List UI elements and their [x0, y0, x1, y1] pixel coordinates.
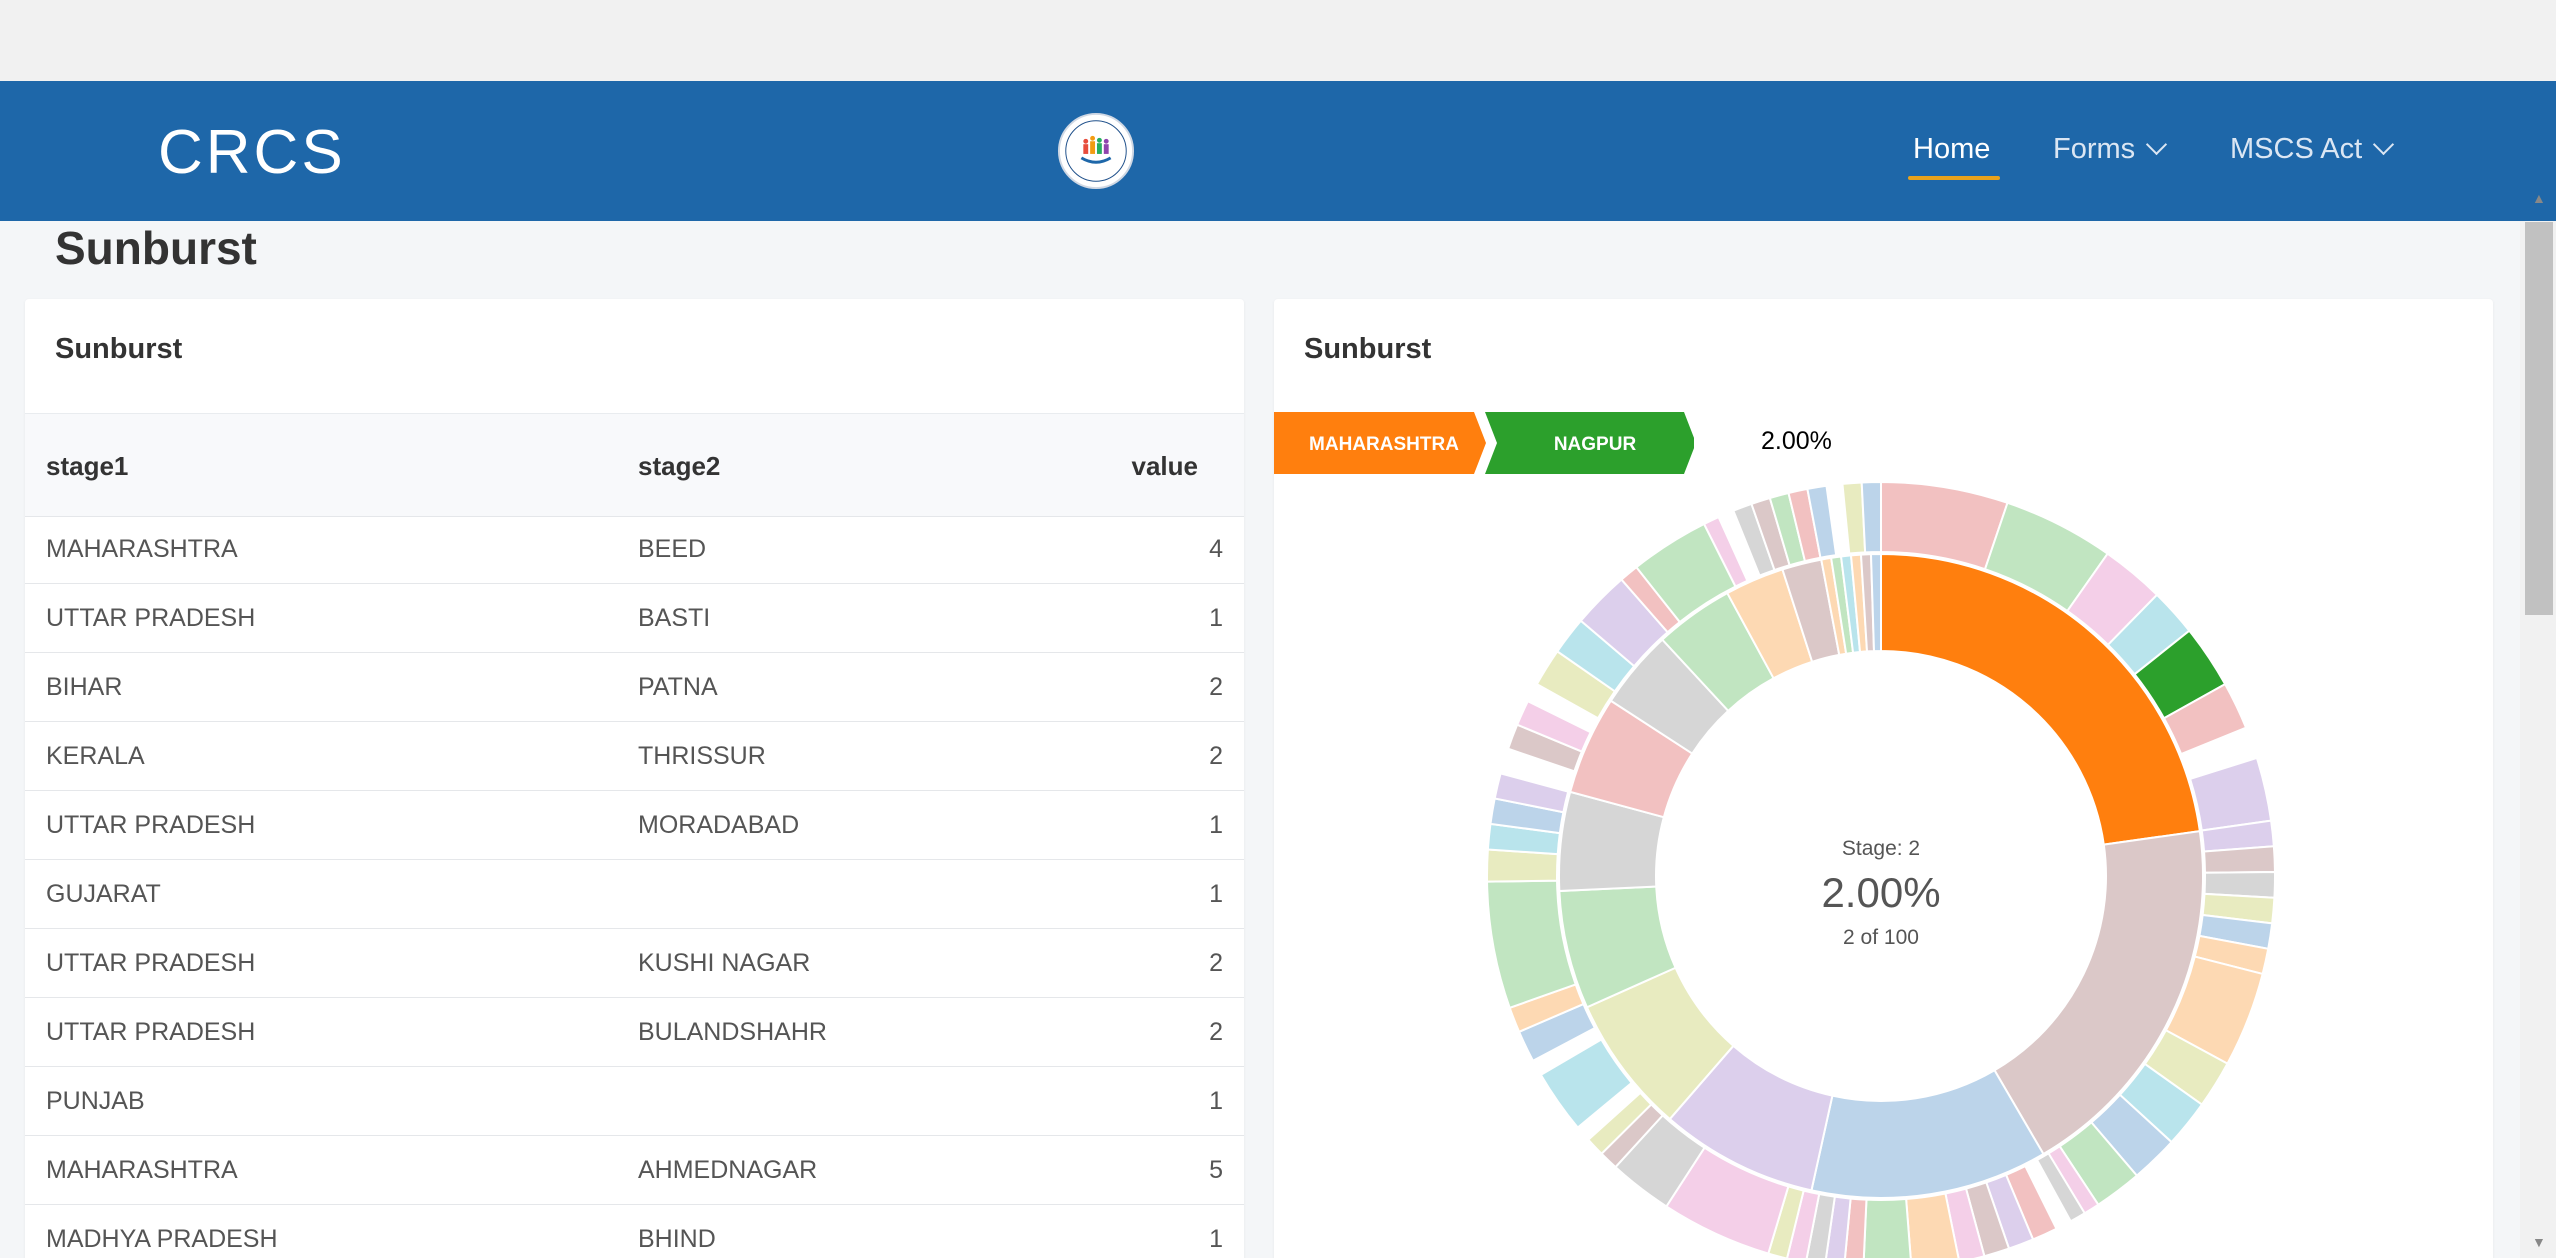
breadcrumb-item-stage1[interactable]: MAHARASHTRA: [1274, 412, 1486, 474]
cell-stage2: BULANDSHAHR: [638, 1018, 827, 1046]
table-row[interactable]: MAHARASHTRA AHMEDNAGAR 5: [25, 1136, 1244, 1205]
sunburst-chart: Stage: 2 2.00% 2 of 100: [1486, 480, 2274, 1258]
sunburst-outer-segment[interactable]: [2188, 756, 2273, 832]
table-row[interactable]: KERALA THRISSUR 2: [25, 722, 1244, 791]
cell-value: 4: [1209, 535, 1223, 563]
cell-stage2: THRISSUR: [638, 742, 766, 770]
cell-value: 5: [1209, 1156, 1223, 1184]
sunburst-outer-segment[interactable]: [2203, 845, 2274, 874]
cell-stage2: BEED: [638, 535, 707, 563]
browser-top-strip: [0, 0, 2556, 81]
column-header-stage1[interactable]: stage1: [46, 451, 128, 482]
cell-value: 2: [1209, 1018, 1223, 1046]
navbar: CRCS Home Forms MSCS Act: [0, 81, 2556, 221]
nav-forms[interactable]: Forms: [2053, 133, 2168, 166]
center-stage-label: Stage: 2: [1842, 837, 1920, 860]
nav-mscs-act[interactable]: MSCS Act: [2230, 133, 2395, 166]
table-row[interactable]: UTTAR PRADESH MORADABAD 1: [25, 791, 1244, 860]
sunburst-outer-segment[interactable]: [1862, 1197, 1912, 1258]
breadcrumb-item-stage2[interactable]: NAGPUR: [1485, 412, 1694, 474]
cell-stage1: MAHARASHTRA: [46, 535, 238, 563]
cell-stage1: UTTAR PRADESH: [46, 949, 256, 977]
center-percentage: 2.00%: [1821, 869, 1940, 916]
page-title: Sunburst: [55, 222, 257, 274]
sunburst-breadcrumb: MAHARASHTRA NAGPUR: [1274, 412, 1694, 474]
main-content: Sunburst Sunburst stage1 stage2 value MA…: [0, 221, 2520, 1258]
cell-value: 1: [1209, 1087, 1223, 1115]
breadcrumb-percentage: 2.00%: [1761, 427, 1832, 455]
cell-value: 2: [1209, 949, 1223, 977]
center-count: 2 of 100: [1843, 926, 1919, 949]
cell-stage2: KUSHI NAGAR: [638, 949, 811, 977]
breadcrumb-label: NAGPUR: [1554, 434, 1637, 455]
table-row[interactable]: UTTAR PRADESH BASTI 1: [25, 584, 1244, 653]
nav-home[interactable]: Home: [1913, 133, 1990, 166]
cell-stage1: UTTAR PRADESH: [46, 811, 256, 839]
table-row[interactable]: BIHAR PATNA 2: [25, 653, 1244, 722]
table-row[interactable]: MAHARASHTRA BEED 4: [25, 515, 1244, 584]
cell-value: 1: [1209, 1225, 1223, 1253]
chart-card: Sunburst MAHARASHTRA NAGPUR 2.00% Stage:…: [1274, 299, 2493, 1258]
table-row[interactable]: MADHYA PRADESH BHIND 1: [25, 1205, 1244, 1258]
table-row[interactable]: UTTAR PRADESH KUSHI NAGAR 2: [25, 929, 1244, 998]
cell-stage1: GUJARAT: [46, 880, 161, 908]
active-nav-indicator: [1908, 176, 2000, 180]
cell-stage1: PUNJAB: [46, 1087, 145, 1115]
cell-stage1: KERALA: [46, 742, 145, 770]
nav-forms-label: Forms: [2053, 133, 2136, 165]
cell-stage2: MORADABAD: [638, 811, 800, 839]
cell-value: 1: [1209, 880, 1223, 908]
column-header-value[interactable]: value: [1132, 451, 1199, 482]
cell-value: 2: [1209, 673, 1223, 701]
chevron-down-icon: [2373, 133, 2395, 156]
nav-home-label: Home: [1913, 133, 1991, 165]
table-card: Sunburst stage1 stage2 value MAHARASHTRA…: [25, 299, 1244, 1258]
scroll-up-arrow-icon[interactable]: ▲: [2532, 190, 2546, 206]
chevron-down-icon: [2146, 133, 2168, 156]
cell-value: 1: [1209, 811, 1223, 839]
cell-stage1: MAHARASHTRA: [46, 1156, 238, 1184]
column-header-stage2[interactable]: stage2: [638, 451, 720, 482]
table-row[interactable]: UTTAR PRADESH BULANDSHAHR 2: [25, 998, 1244, 1067]
crcs-logo[interactable]: [1057, 112, 1135, 190]
table-card-title: Sunburst: [55, 333, 183, 365]
nav-mscs-act-label: MSCS Act: [2230, 133, 2363, 165]
sunburst-outer-segment[interactable]: [1860, 480, 1882, 554]
cell-stage2: BHIND: [638, 1225, 716, 1253]
table-row[interactable]: GUJARAT 1: [25, 860, 1244, 929]
cell-stage1: UTTAR PRADESH: [46, 1018, 256, 1046]
breadcrumb-label: MAHARASHTRA: [1309, 434, 1459, 455]
cell-stage2: PATNA: [638, 673, 718, 701]
scroll-down-arrow-icon[interactable]: ▼: [2532, 1234, 2546, 1250]
cell-stage2: AHMEDNAGAR: [638, 1156, 818, 1184]
cell-value: 2: [1209, 742, 1223, 770]
scrollbar-thumb[interactable]: [2525, 222, 2553, 615]
cell-stage2: BASTI: [638, 604, 711, 632]
cell-stage1: BIHAR: [46, 673, 123, 701]
table-header: stage1 stage2 value: [25, 413, 1244, 517]
cell-stage1: UTTAR PRADESH: [46, 604, 256, 632]
chart-card-title: Sunburst: [1304, 333, 1432, 365]
table-row[interactable]: PUNJAB 1: [25, 1067, 1244, 1136]
cell-stage1: MADHYA PRADESH: [46, 1225, 278, 1253]
cell-value: 1: [1209, 604, 1223, 632]
brand-name[interactable]: CRCS: [158, 117, 346, 188]
